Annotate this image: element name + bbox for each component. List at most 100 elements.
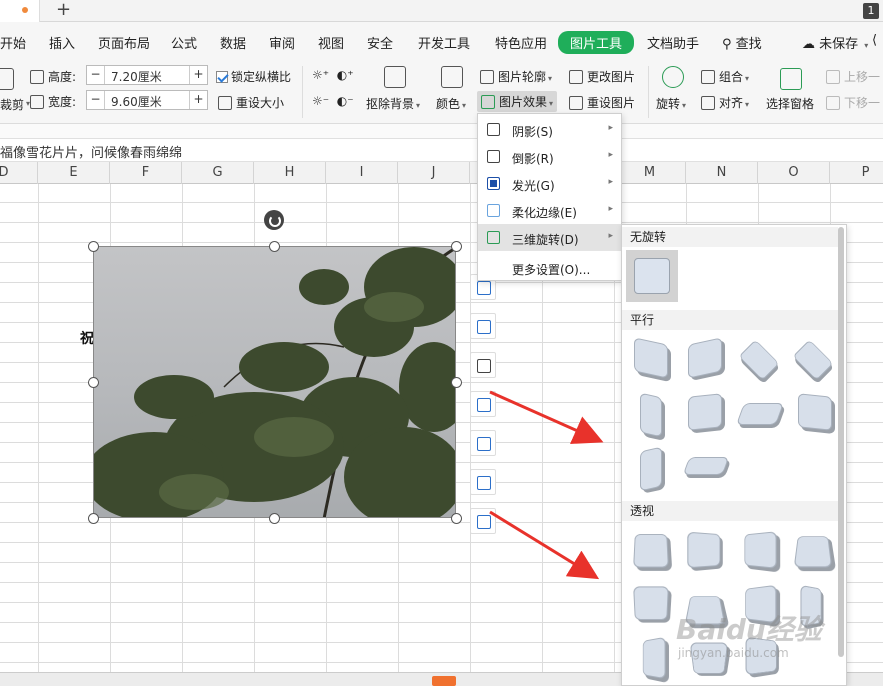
resize-handle[interactable] <box>451 377 462 388</box>
height-increase-button[interactable]: + <box>189 66 207 84</box>
resize-handle[interactable] <box>88 377 99 388</box>
width-label: 宽度: <box>30 93 76 110</box>
crop-float-icon[interactable] <box>470 352 496 378</box>
parallel-rotation-option[interactable] <box>688 393 722 431</box>
cell-text[interactable]: 祝 <box>80 328 94 348</box>
column-header[interactable]: H <box>254 162 326 184</box>
picture-outline-button[interactable]: 图片轮廓 ▾ <box>480 68 552 85</box>
picture-compress-icon[interactable] <box>470 508 496 534</box>
picture-frame-icon[interactable] <box>470 391 496 417</box>
column-header[interactable]: G <box>182 162 254 184</box>
height-input[interactable]: − 7.20厘米 + <box>86 65 208 85</box>
column-header[interactable]: P <box>830 162 883 184</box>
parallel-rotation-option[interactable] <box>682 457 730 475</box>
reset-size-button[interactable]: 重设大小 <box>218 94 284 111</box>
menu-picture-tools[interactable]: 图片工具 <box>558 31 635 54</box>
picture-effects-button[interactable]: 图片效果 ▾ <box>477 91 558 112</box>
remove-background-button[interactable]: 抠除背景 ▾ <box>366 95 420 112</box>
menu-doc-helper[interactable]: 文档助手 <box>647 33 699 52</box>
parallel-rotation-option[interactable] <box>640 392 662 438</box>
document-tab[interactable] <box>0 0 40 22</box>
menu-data[interactable]: 数据 <box>220 33 246 52</box>
brightness-up-icon[interactable]: ☼⁺ ◐⁺ <box>312 68 354 82</box>
column-header[interactable]: E <box>38 162 110 184</box>
resize-handle[interactable] <box>88 513 99 524</box>
resize-handle[interactable] <box>451 241 462 252</box>
no-rotation-option[interactable] <box>626 250 678 302</box>
parallel-rotation-option[interactable] <box>792 339 834 381</box>
resize-handle[interactable] <box>269 241 280 252</box>
menu-item-3d-rotation[interactable]: 三维旋转(D) ▸ <box>478 224 621 251</box>
color-button[interactable]: 颜色 ▾ <box>436 95 466 112</box>
width-decrease-button[interactable]: − <box>87 91 105 109</box>
column-header[interactable]: I <box>326 162 398 184</box>
perspective-rotation-option[interactable] <box>633 534 669 568</box>
more-menu-icon[interactable]: ⟨ <box>872 33 877 48</box>
picture-ocr-icon[interactable] <box>470 469 496 495</box>
menu-special-apps[interactable]: 特色应用 <box>495 33 547 52</box>
group-button[interactable]: 组合 ▾ <box>701 68 749 85</box>
menu-page-layout[interactable]: 页面布局 <box>98 33 150 52</box>
perspective-rotation-option[interactable] <box>793 536 833 568</box>
column-header[interactable]: O <box>758 162 830 184</box>
width-increase-button[interactable]: + <box>189 91 207 109</box>
column-header[interactable]: D <box>0 162 38 184</box>
bring-forward-button[interactable]: 上移一 <box>826 68 880 85</box>
new-tab-icon[interactable]: + <box>56 0 71 20</box>
reset-picture-button[interactable]: 重设图片 <box>569 94 635 111</box>
menu-item-shadow[interactable]: 阴影(S) ▸ <box>478 116 621 143</box>
color-icon[interactable] <box>441 66 463 88</box>
perspective-rotation-option[interactable] <box>687 531 721 569</box>
height-decrease-button[interactable]: − <box>87 66 105 84</box>
send-backward-button[interactable]: 下移一 <box>826 94 880 111</box>
width-input[interactable]: − 9.60厘米 + <box>86 90 208 110</box>
column-header[interactable]: J <box>398 162 470 184</box>
parallel-rotation-option[interactable] <box>688 337 722 379</box>
menu-item-reflection[interactable]: 倒影(R) ▸ <box>478 143 621 170</box>
selected-picture[interactable] <box>93 246 456 518</box>
formula-bar[interactable]: 福像雪花片片，问候像春雨绵绵 <box>0 138 883 162</box>
contrast-icon[interactable]: ☼⁻ ◐⁻ <box>312 94 354 108</box>
parallel-rotation-option[interactable] <box>738 339 780 381</box>
menu-item-glow[interactable]: 发光(G) ▸ <box>478 170 621 197</box>
resize-handle[interactable] <box>451 513 462 524</box>
menu-insert[interactable]: 插入 <box>49 33 75 52</box>
parallel-rotation-option[interactable] <box>735 403 785 425</box>
edit-picture-icon[interactable] <box>470 313 496 339</box>
parallel-rotation-option[interactable] <box>634 337 668 379</box>
formula-content[interactable]: 福像雪花片片，问候像春雨绵绵 <box>0 142 182 161</box>
menu-item-more-settings[interactable]: 更多设置(O)... <box>478 254 621 281</box>
menu-unsaved[interactable]: ☁ 未保存 ▾ <box>802 33 868 52</box>
menu-review[interactable]: 审阅 <box>269 33 295 52</box>
remove-background-icon[interactable] <box>384 66 406 88</box>
menu-dev-tools[interactable]: 开发工具 <box>418 33 470 52</box>
rotate-button[interactable]: 旋转 ▾ <box>656 95 686 112</box>
crop-label[interactable]: 裁剪 <box>0 96 24 113</box>
menu-item-soft-edge[interactable]: 柔化边缘(E) ▸ <box>478 197 621 224</box>
perspective-rotation-option[interactable] <box>633 586 669 620</box>
menu-view[interactable]: 视图 <box>318 33 344 52</box>
column-header[interactable]: M <box>614 162 686 184</box>
selection-pane-button[interactable]: 选择窗格 <box>766 95 814 112</box>
menu-start[interactable]: 开始 <box>0 33 26 52</box>
selection-pane-icon[interactable] <box>780 68 802 90</box>
crop-icon[interactable] <box>0 68 14 90</box>
picture-convert-icon[interactable] <box>470 430 496 456</box>
align-button[interactable]: 对齐 ▾ <box>701 94 749 111</box>
resize-handle[interactable] <box>88 241 99 252</box>
lock-ratio-checkbox[interactable]: 锁定纵横比 <box>216 68 291 85</box>
parallel-rotation-option[interactable] <box>640 446 662 492</box>
rotate-handle-icon[interactable] <box>264 210 284 230</box>
perspective-rotation-option[interactable] <box>744 531 777 569</box>
menu-search[interactable]: ⚲ 查找 <box>722 33 762 52</box>
submenu-scrollbar[interactable] <box>838 227 844 657</box>
rotate-icon[interactable] <box>662 66 684 88</box>
column-header[interactable]: N <box>686 162 758 184</box>
column-header[interactable]: F <box>110 162 182 184</box>
menu-security[interactable]: 安全 <box>367 33 393 52</box>
resize-handle[interactable] <box>269 513 280 524</box>
perspective-rotation-option[interactable] <box>642 636 666 680</box>
change-picture-button[interactable]: 更改图片 <box>569 68 635 85</box>
menu-formula[interactable]: 公式 <box>171 33 197 52</box>
parallel-rotation-option[interactable] <box>798 393 832 431</box>
